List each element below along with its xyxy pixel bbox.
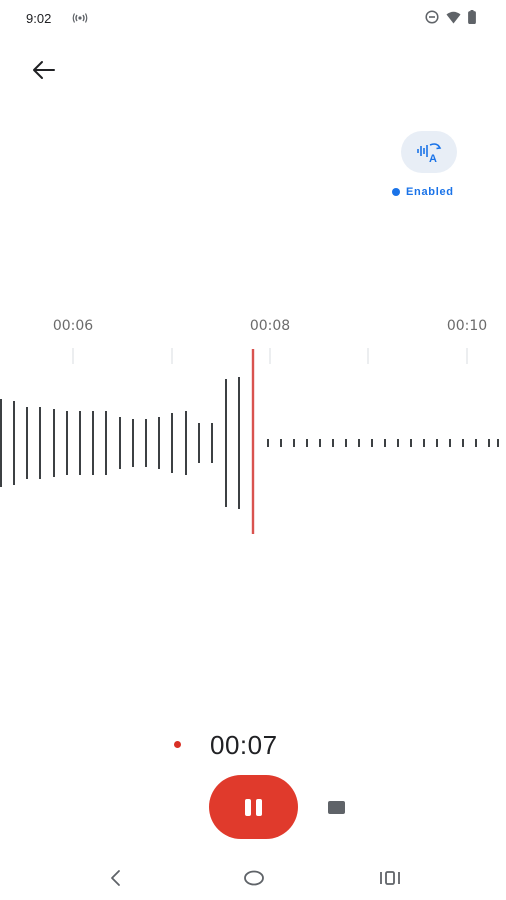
timeline-label-1: 00:08 (249, 318, 291, 334)
status-icons (425, 10, 476, 24)
back-nav-icon (111, 870, 120, 886)
stop-icon (327, 800, 345, 814)
nav-back-button[interactable] (92, 862, 140, 894)
recording-timer: 00:07 (0, 727, 506, 763)
status-dot (392, 188, 400, 196)
translate-button[interactable]: A (401, 131, 457, 173)
timeline-label-0: 00:06 (52, 318, 94, 334)
elapsed-time: 00:07 (210, 730, 278, 760)
svg-text:A: A (429, 153, 437, 164)
arrow-left-icon (33, 61, 55, 79)
do-not-disturb-icon (425, 10, 439, 24)
status-time: 9:02 (26, 11, 52, 26)
waveform-bars (0, 377, 240, 509)
pause-icon (245, 798, 251, 816)
nav-recents-button[interactable] (366, 862, 414, 894)
pause-button[interactable] (209, 775, 298, 839)
nav-home-button[interactable] (230, 862, 278, 894)
stop-button[interactable] (320, 792, 352, 822)
home-nav-icon (244, 870, 264, 886)
transcription-status: Enabled (392, 186, 454, 198)
back-button[interactable] (22, 52, 66, 88)
system-nav-bar (0, 856, 506, 900)
timeline-label-2: 00:10 (446, 318, 488, 334)
battery-icon (468, 10, 476, 24)
enabled-label: Enabled (406, 186, 454, 198)
recents-nav-icon (380, 871, 400, 885)
wifi-icon (446, 11, 461, 23)
waveform[interactable] (0, 340, 506, 540)
future-dots (267, 439, 499, 447)
recording-indicator (174, 741, 181, 748)
cast-icon (72, 13, 88, 23)
status-bar: 9:02 (0, 0, 506, 36)
translate-icon: A (417, 143, 442, 164)
